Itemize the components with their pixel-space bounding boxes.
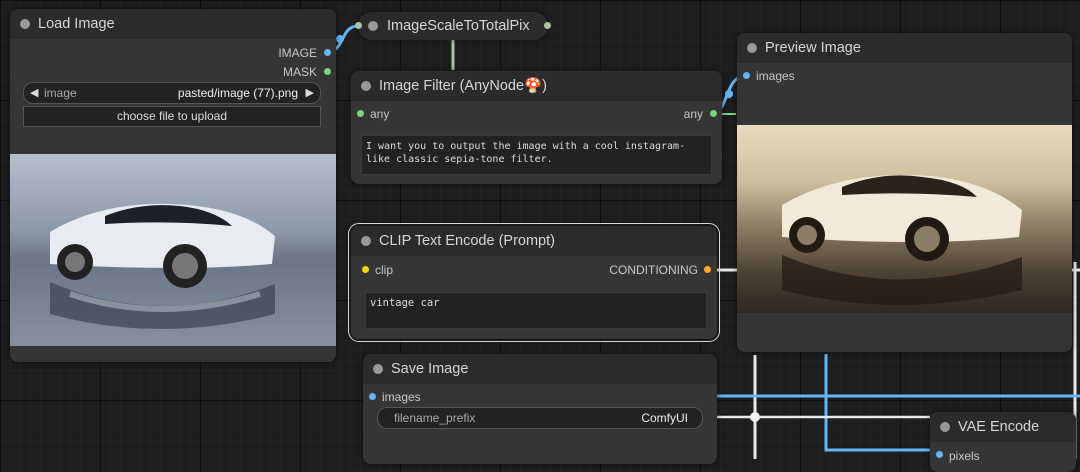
scale-collapse-dot-icon[interactable] <box>368 21 378 31</box>
image-widget-value: pasted/image (77).png <box>177 86 298 100</box>
output-any-label: any <box>683 107 703 121</box>
image-widget-name: image <box>44 86 77 100</box>
vae-input-pixels-label: pixels <box>949 449 980 463</box>
collapse-dot-icon[interactable] <box>20 19 30 29</box>
sepia-car-image <box>782 174 1022 305</box>
output-image-label: IMAGE <box>278 46 317 60</box>
load-image-preview <box>10 154 336 346</box>
arrow-right-icon[interactable]: ▶ <box>306 83 314 103</box>
collapse-dot-icon[interactable] <box>361 81 371 91</box>
collapse-dot-icon[interactable] <box>747 43 757 53</box>
filter-prompt-textarea[interactable]: I want you to output the image with a co… <box>361 135 712 175</box>
input-images-dot[interactable] <box>743 72 750 79</box>
car-image <box>50 203 275 329</box>
vae-title-bar[interactable]: VAE Encode <box>930 412 1076 442</box>
load-image-node[interactable]: Load Image IMAGE MASK ◀ image pasted/ima… <box>10 9 336 362</box>
image-filter-title-suffix: ) <box>542 78 547 94</box>
collapse-dot-icon[interactable] <box>361 236 371 246</box>
image-filter-title: Image Filter (AnyNode <box>379 78 525 94</box>
vae-title: VAE Encode <box>958 419 1040 435</box>
input-any-label: any <box>370 107 390 121</box>
preview-title-bar[interactable]: Preview Image <box>737 33 1072 63</box>
output-any-dot[interactable] <box>710 110 717 117</box>
scale-output-dot[interactable] <box>544 22 551 29</box>
clip-title: CLIP Text Encode (Prompt) <box>379 233 555 249</box>
clip-text-textarea[interactable]: vintage car <box>365 292 707 329</box>
filename-prefix-name: filename_prefix <box>394 411 476 425</box>
save-input-images-dot[interactable] <box>369 393 376 400</box>
save-image-node[interactable]: Save Image images filename_prefix ComfyU… <box>363 354 717 464</box>
load-image-title: Load Image <box>38 16 115 32</box>
save-title: Save Image <box>391 361 469 377</box>
preview-image-output <box>737 125 1072 313</box>
collapse-dot-icon[interactable] <box>373 364 383 374</box>
scale-title: ImageScaleToTotalPix <box>387 18 530 34</box>
input-images-label: images <box>756 69 795 83</box>
output-mask-dot[interactable] <box>324 68 331 75</box>
wire-blue-vertical <box>824 354 936 452</box>
load-image-title-bar[interactable]: Load Image <box>10 9 336 39</box>
input-clip-dot[interactable] <box>362 266 369 273</box>
image-scale-node[interactable]: ImageScaleToTotalPix <box>355 12 551 40</box>
save-title-bar[interactable]: Save Image <box>363 354 717 384</box>
output-conditioning-dot[interactable] <box>704 266 711 273</box>
preview-title: Preview Image <box>765 40 861 56</box>
mushroom-icon: 🍄 <box>524 78 543 94</box>
collapse-dot-icon[interactable] <box>940 422 950 432</box>
scale-input-dot[interactable] <box>355 22 362 29</box>
save-input-images-label: images <box>382 390 421 404</box>
vae-input-pixels-dot[interactable] <box>936 451 943 458</box>
output-mask-label: MASK <box>282 65 317 79</box>
preview-image-node[interactable]: Preview Image images <box>737 33 1072 352</box>
image-combo-widget[interactable]: ◀ image pasted/image (77).png ▶ <box>23 82 321 104</box>
arrow-left-icon[interactable]: ◀ <box>30 83 38 103</box>
image-filter-title-bar[interactable]: Image Filter (AnyNode🍄) <box>351 71 722 101</box>
clip-title-bar[interactable]: CLIP Text Encode (Prompt) <box>351 226 717 256</box>
filename-prefix-widget[interactable]: filename_prefix ComfyUI <box>377 407 703 429</box>
output-image-dot[interactable] <box>324 49 331 56</box>
filename-prefix-value: ComfyUI <box>641 411 688 425</box>
upload-button[interactable]: choose file to upload <box>23 106 321 127</box>
image-filter-node[interactable]: Image Filter (AnyNode🍄) any any I want y… <box>351 71 722 184</box>
input-any-dot[interactable] <box>357 110 364 117</box>
input-clip-label: clip <box>375 263 394 277</box>
clip-text-encode-node[interactable]: CLIP Text Encode (Prompt) clip CONDITION… <box>348 223 720 342</box>
vae-encode-node[interactable]: VAE Encode pixels <box>930 412 1076 472</box>
reroute-dot-1 <box>336 35 344 43</box>
reroute-dot-2 <box>725 90 733 98</box>
output-conditioning-label: CONDITIONING <box>609 263 698 277</box>
reroute-dot-3 <box>750 412 760 422</box>
